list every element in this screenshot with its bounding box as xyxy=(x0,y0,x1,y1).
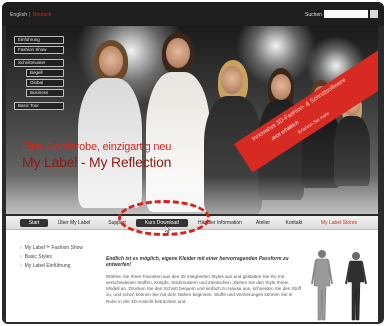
language-switch: English | Deutsch xyxy=(10,12,52,18)
menu-item-einfuehrung[interactable]: Einführung xyxy=(14,36,64,44)
top-bar: English | Deutsch Suchen xyxy=(2,2,384,26)
hero-headline: Eine Garderobe, einzigartig neu xyxy=(22,141,172,153)
article: Endlich ist es möglich, eigene Kleider m… xyxy=(106,256,303,305)
nav-start[interactable]: Start xyxy=(20,219,48,227)
menu-item-business[interactable]: Business xyxy=(26,89,64,97)
search-input[interactable] xyxy=(324,10,368,18)
hero-subline: My Label - My Reflection xyxy=(22,154,172,170)
nav-my-label-stores[interactable]: My Label Stores xyxy=(316,219,362,227)
lang-deutsch-link[interactable]: Deutsch xyxy=(33,12,52,18)
link-fashion-show[interactable]: My Label™ Fashion Show xyxy=(20,245,83,251)
nav-ueber-my-label[interactable]: Über My Label xyxy=(54,219,94,227)
lang-english-link[interactable]: English xyxy=(10,12,27,18)
lang-separator: | xyxy=(29,12,31,18)
article-body: Wählen Sie Ihren Favoriten aus den 25 in… xyxy=(106,273,302,304)
hero-menu: Einführung Fashion Show Schnittmuster Be… xyxy=(14,36,64,112)
nav-kontakt[interactable]: Kontakt xyxy=(282,219,306,227)
menu-item-schnittmuster[interactable]: Schnittmuster xyxy=(14,59,64,67)
link-einfuehrung[interactable]: My Label Einführung xyxy=(20,263,83,269)
menu-item-global[interactable]: Global xyxy=(26,79,64,87)
menu-item-begell[interactable]: Begell xyxy=(26,69,64,77)
search-button[interactable] xyxy=(370,10,378,18)
sidebar-links: My Label™ Fashion Show Basic Styles My L… xyxy=(20,245,83,272)
fashion-figures-illustration xyxy=(311,250,367,321)
highlight-ellipse xyxy=(118,200,210,236)
link-basic-styles[interactable]: Basic Styles xyxy=(20,254,83,260)
search-label: Suchen xyxy=(305,12,322,18)
nav-atelier[interactable]: Atelier xyxy=(252,219,274,227)
mouse-cursor-icon xyxy=(165,225,171,233)
menu-item-fashion-show[interactable]: Fashion Show xyxy=(14,46,64,54)
article-title: Endlich ist es möglich, eigene Kleider m… xyxy=(106,256,289,269)
hero-banner: Einführung Fashion Show Schnittmuster Be… xyxy=(6,26,378,214)
menu-item-basic-tour[interactable]: Basic Tour xyxy=(14,102,64,110)
